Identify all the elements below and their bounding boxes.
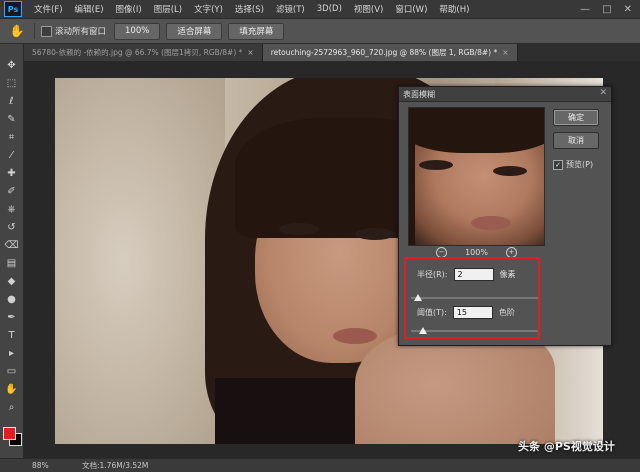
minimize-icon[interactable]: — xyxy=(580,4,590,15)
hand-tool-icon[interactable]: ✋ xyxy=(6,24,28,38)
menu-file[interactable]: 文件(F) xyxy=(28,3,69,15)
tab-label: retouching-2572963_960_720.jpg @ 88% (图层… xyxy=(270,48,498,57)
foreground-color-swatch[interactable] xyxy=(3,427,16,440)
tab-document-2[interactable]: retouching-2572963_960_720.jpg @ 88% (图层… xyxy=(262,44,518,61)
scroll-all-label: 滚动所有窗口 xyxy=(55,27,107,37)
preview-eye-right xyxy=(493,166,527,176)
status-doc-size: 文档:1.76M/3.52M xyxy=(82,461,149,470)
tab-document-1[interactable]: 56780-依赖的 -依赖的.jpg @ 66.7% (图层1拷贝, RGB/8… xyxy=(24,44,263,61)
photo-background xyxy=(55,78,225,444)
preview-checkbox[interactable]: ✓ xyxy=(553,159,563,170)
eyedropper-icon[interactable]: ⁄ xyxy=(3,148,20,163)
preview-checkbox-row[interactable]: ✓ 预览(P) xyxy=(553,159,593,170)
path-select-icon[interactable]: ▸ xyxy=(3,346,20,361)
menu-edit[interactable]: 编辑(E) xyxy=(69,3,110,15)
close-icon[interactable]: ✕ xyxy=(624,4,632,15)
menu-layer[interactable]: 图层(L) xyxy=(148,3,188,15)
filter-preview[interactable] xyxy=(408,107,545,246)
preview-bangs xyxy=(409,108,544,153)
menu-help[interactable]: 帮助(H) xyxy=(433,3,475,15)
close-tab-icon[interactable]: × xyxy=(502,48,508,57)
menu-select[interactable]: 选择(S) xyxy=(229,3,270,15)
close-tab-icon[interactable]: × xyxy=(247,48,253,57)
brush-icon[interactable]: ✐ xyxy=(3,184,20,199)
maximize-icon[interactable]: □ xyxy=(602,4,611,15)
preview-label: 预览(P) xyxy=(566,160,594,169)
zoom-100-button[interactable]: 100% xyxy=(114,22,161,40)
menu-image[interactable]: 图像(I) xyxy=(110,3,148,15)
window-controls: — □ ✕ xyxy=(580,4,632,15)
photo-eye-left xyxy=(279,223,319,235)
fill-screen-button[interactable]: 填充屏幕 xyxy=(228,22,285,40)
menu-3d[interactable]: 3D(D) xyxy=(311,4,348,14)
quick-select-icon[interactable]: ✎ xyxy=(3,112,20,127)
options-bar: ✋ 滚动所有窗口 100% 适合屏幕 填充屏幕 xyxy=(0,19,640,44)
dodge-icon[interactable]: ● xyxy=(3,292,20,307)
scroll-all-checkbox[interactable] xyxy=(41,25,52,37)
menu-window[interactable]: 窗口(W) xyxy=(389,3,433,15)
watermark: 头条 @PS视觉设计 xyxy=(518,440,615,453)
menu-type[interactable]: 文字(Y) xyxy=(188,3,229,15)
lasso-icon[interactable]: ℓ xyxy=(3,94,20,109)
history-brush-icon[interactable]: ↺ xyxy=(3,220,20,235)
menu-view[interactable]: 视图(V) xyxy=(348,3,389,15)
dialog-title[interactable]: 表面模糊 xyxy=(399,87,611,102)
hand-icon[interactable]: ✋ xyxy=(3,382,20,397)
clone-stamp-icon[interactable]: ⎈ xyxy=(3,202,20,217)
status-zoom[interactable]: 88% xyxy=(32,461,72,470)
move-icon[interactable]: ✥ xyxy=(3,58,20,73)
photoshop-logo: Ps xyxy=(4,1,22,17)
tools-panel: ✥ ⬚ ℓ ✎ ⌗ ⁄ ✚ ✐ ⎈ ↺ ⌫ ▤ ◆ ● ✒ T ▸ ▭ ✋ ⌕ xyxy=(0,44,24,458)
pen-icon[interactable]: ✒ xyxy=(3,310,20,325)
separator xyxy=(34,23,35,39)
crop-icon[interactable]: ⌗ xyxy=(3,130,20,145)
cancel-button[interactable]: 取消 xyxy=(553,132,599,149)
menu-filter[interactable]: 滤镜(T) xyxy=(270,3,311,15)
preview-zoom-level: 100% xyxy=(465,248,488,257)
gradient-icon[interactable]: ▤ xyxy=(3,256,20,271)
ok-button[interactable]: 确定 xyxy=(553,109,599,126)
document-tabs: 56780-依赖的 -依赖的.jpg @ 66.7% (图层1拷贝, RGB/8… xyxy=(24,44,640,61)
rectangle-icon[interactable]: ▭ xyxy=(3,364,20,379)
red-highlight-box xyxy=(404,257,540,339)
blur-icon[interactable]: ◆ xyxy=(3,274,20,289)
status-bar: 88% 文档:1.76M/3.52M xyxy=(0,458,640,472)
healing-icon[interactable]: ✚ xyxy=(3,166,20,181)
type-icon[interactable]: T xyxy=(3,328,20,343)
preview-eye-left xyxy=(419,160,453,170)
zoom-icon[interactable]: ⌕ xyxy=(3,400,20,415)
marquee-icon[interactable]: ⬚ xyxy=(3,76,20,91)
fit-screen-button[interactable]: 适合屏幕 xyxy=(166,22,223,40)
menu-bar: Ps 文件(F) 编辑(E) 图像(I) 图层(L) 文字(Y) 选择(S) 滤… xyxy=(0,0,640,19)
photo-lips xyxy=(333,328,377,344)
eraser-icon[interactable]: ⌫ xyxy=(3,238,20,253)
photo-eye-right xyxy=(355,228,395,240)
preview-lips xyxy=(471,216,511,230)
dialog-close-icon[interactable]: ✕ xyxy=(599,88,607,98)
tab-label: 56780-依赖的 -依赖的.jpg @ 66.7% (图层1拷贝, RGB/8… xyxy=(32,48,243,57)
